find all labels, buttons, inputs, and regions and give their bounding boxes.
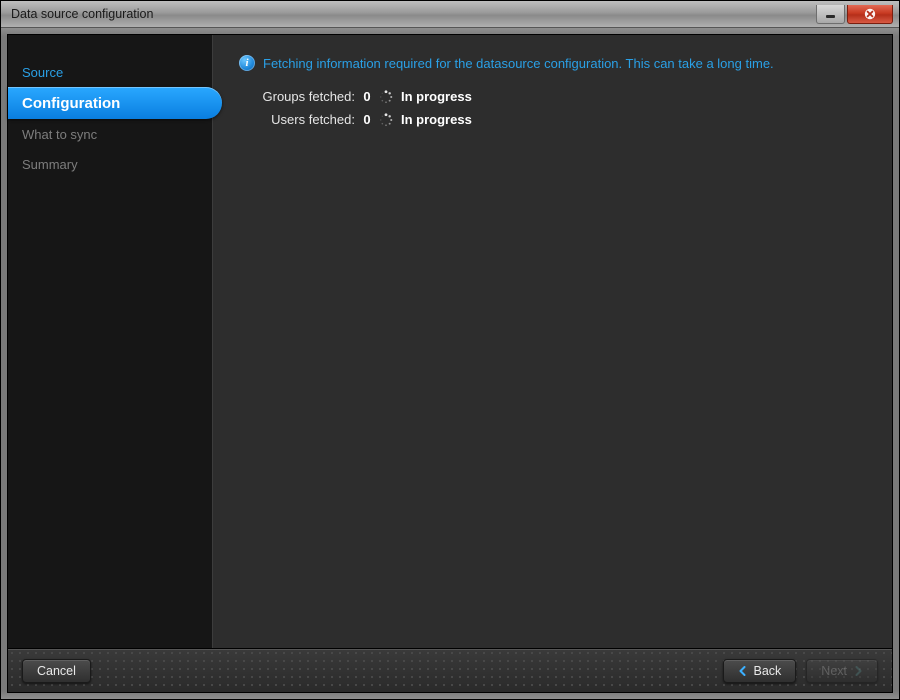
chevron-left-icon [738,666,748,676]
sidebar-item-what-to-sync[interactable]: What to sync [8,119,212,149]
button-label: Next [821,664,847,678]
button-label: Back [754,664,782,678]
footer-right-buttons: Back Next [723,659,879,683]
groups-fetched-label: Groups fetched: [239,89,355,104]
cancel-button[interactable]: Cancel [22,659,91,683]
next-button: Next [806,659,878,683]
groups-fetched-count: 0 [355,89,379,104]
wizard-footer: Cancel Back Next [8,648,892,692]
sidebar-item-label: Configuration [22,95,120,112]
dialog-window: Data source configuration Source Configu… [0,0,900,700]
groups-fetched-state: In progress [401,89,872,104]
info-row: i Fetching information required for the … [239,55,872,71]
close-button[interactable] [847,5,893,24]
users-fetched-state: In progress [401,112,872,127]
sidebar-item-label: What to sync [22,127,97,142]
spinner-icon [379,90,393,104]
main-panel: i Fetching information required for the … [213,35,892,648]
close-icon [864,8,876,20]
users-fetched-count: 0 [355,112,379,127]
sidebar-item-source[interactable]: Source [8,57,212,87]
button-label: Cancel [37,664,76,678]
window-inner: Source Configuration What to sync Summar… [7,34,893,693]
info-message: Fetching information required for the da… [263,56,774,71]
spinner-icon [379,113,393,127]
sidebar-item-summary[interactable]: Summary [8,149,212,179]
sidebar-item-label: Summary [22,157,78,172]
back-button[interactable]: Back [723,659,797,683]
info-icon: i [239,55,255,71]
window-controls [816,5,893,24]
body-area: Source Configuration What to sync Summar… [8,35,892,648]
titlebar[interactable]: Data source configuration [1,1,899,28]
minimize-button[interactable] [816,5,845,24]
sidebar-item-label: Source [22,65,63,80]
status-grid: Groups fetched: 0 In progress Users fetc… [239,89,872,127]
wizard-sidebar: Source Configuration What to sync Summar… [8,35,213,648]
window-chrome: Source Configuration What to sync Summar… [1,28,899,699]
sidebar-item-configuration[interactable]: Configuration [8,87,222,119]
users-fetched-label: Users fetched: [239,112,355,127]
window-title: Data source configuration [11,7,153,21]
chevron-right-icon [853,666,863,676]
